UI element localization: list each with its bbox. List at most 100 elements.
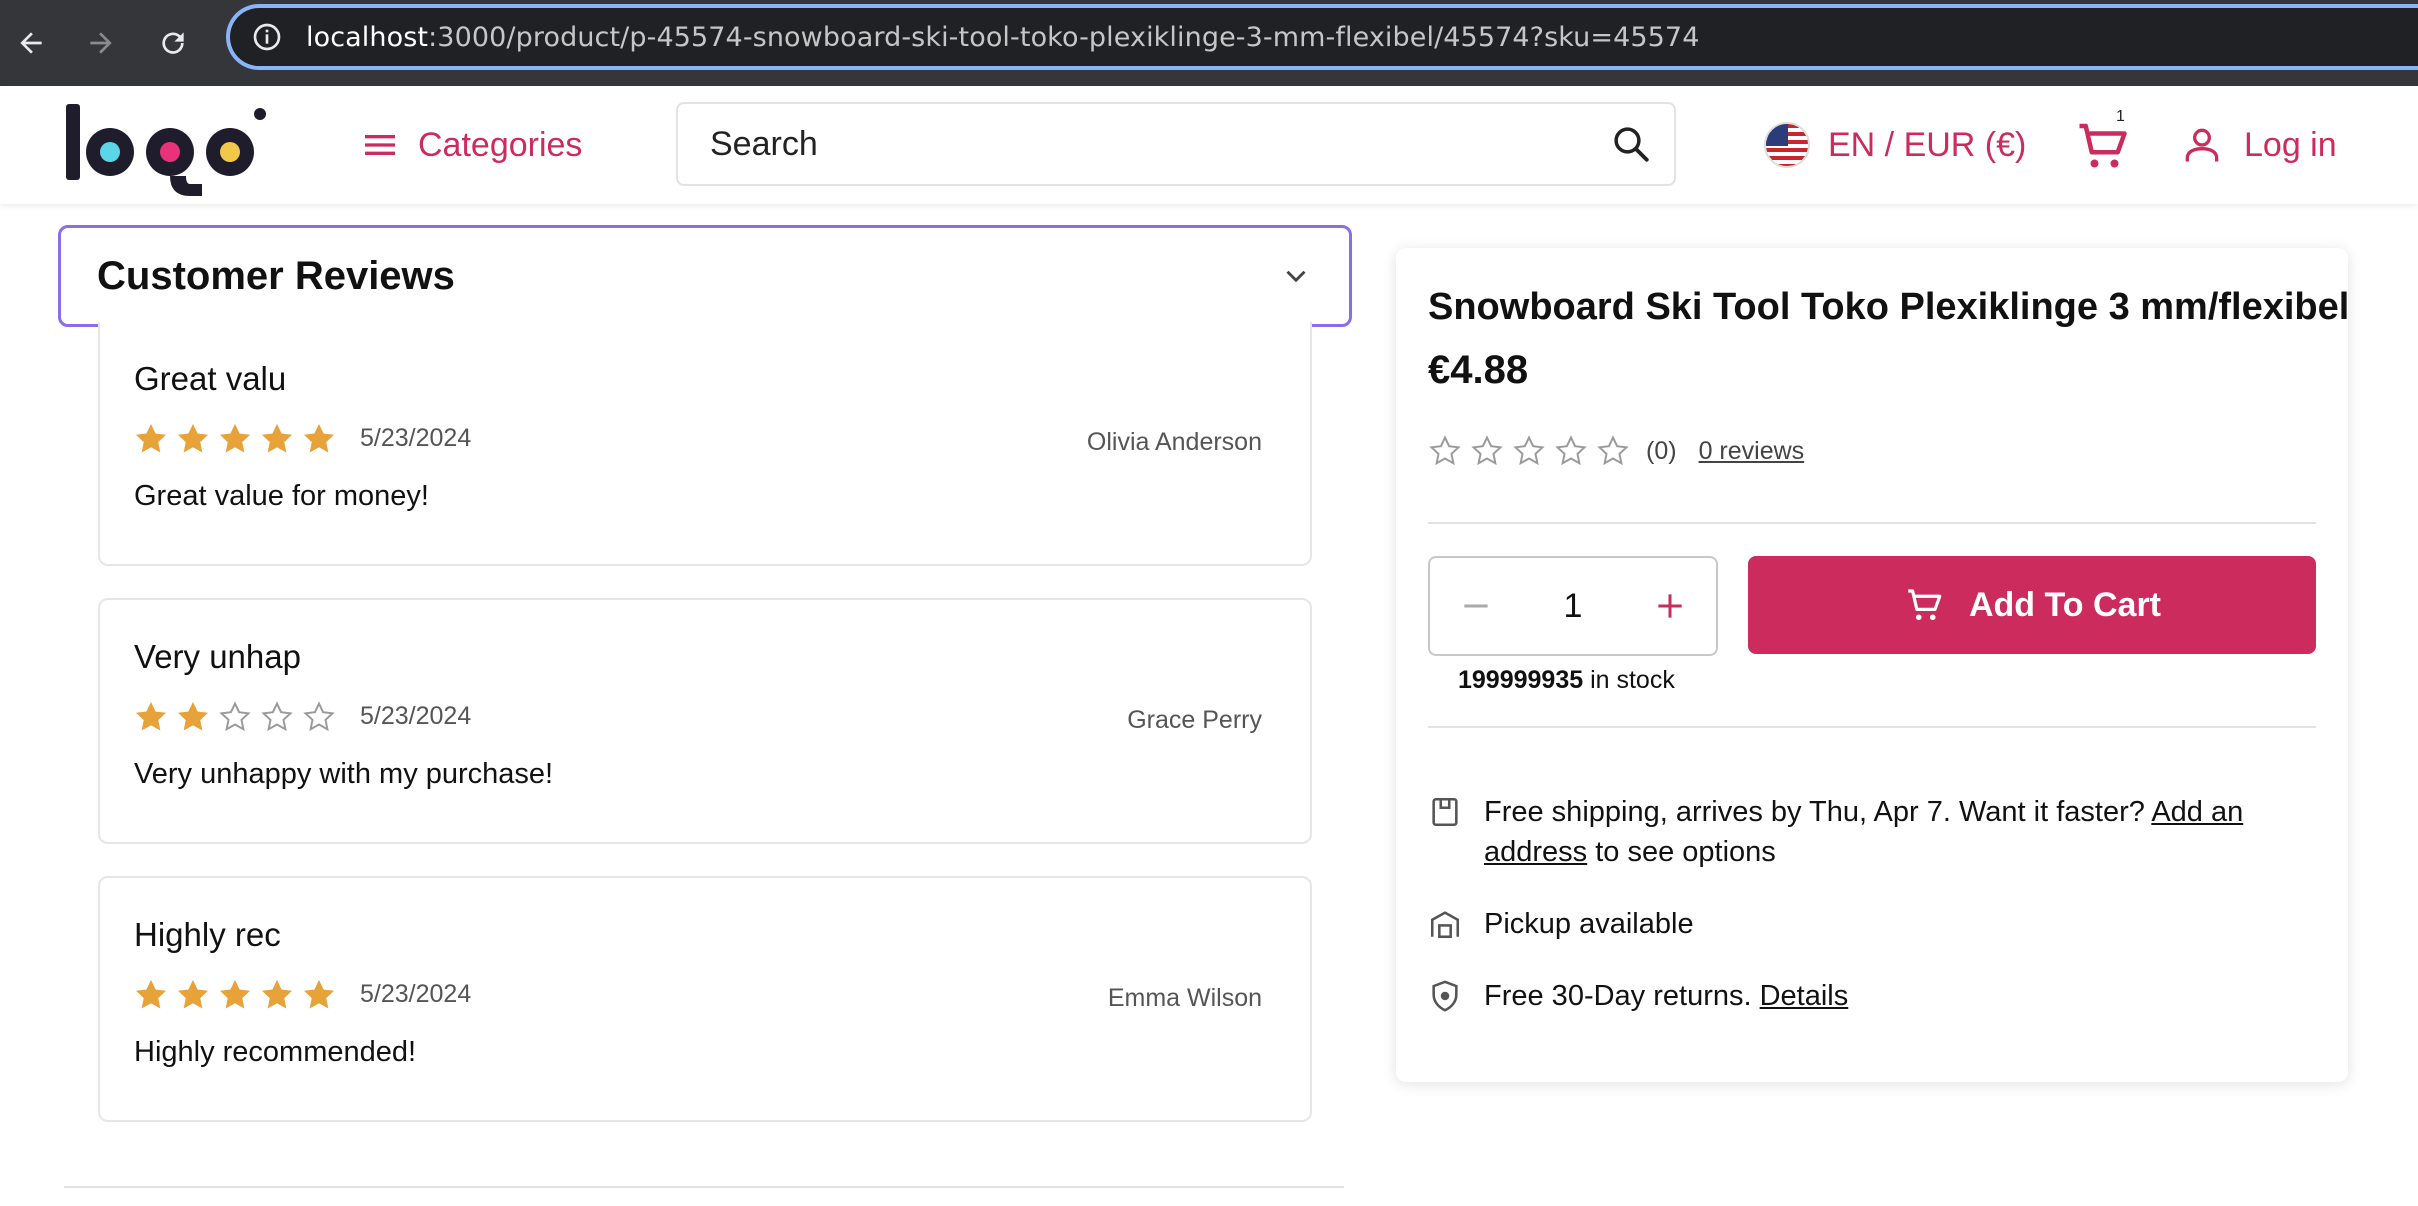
site-info-icon[interactable]	[250, 20, 284, 54]
shipping-text: Free shipping, arrives by Thu, Apr 7. Wa…	[1484, 796, 2152, 828]
product-price: €4.88	[1428, 348, 1529, 392]
address-bar[interactable]: localhost:3000/product/p-45574-snowboard…	[226, 4, 2418, 70]
review-stars	[134, 700, 336, 734]
review-author: Olivia Anderson	[1086, 428, 1262, 456]
product-stars	[1428, 434, 1630, 468]
review-author: Grace Perry	[1127, 706, 1262, 734]
minus-icon	[1464, 604, 1488, 608]
save-box-icon	[1432, 797, 1458, 827]
review-title: Great valu	[134, 360, 287, 397]
star-filled-icon	[177, 423, 209, 453]
locale-label: EN / EUR (€)	[1828, 125, 2027, 164]
review-stars	[134, 422, 336, 456]
review-title: Very unhap	[134, 638, 301, 675]
star-filled-icon	[303, 979, 335, 1009]
forward-button[interactable]	[72, 14, 130, 72]
review-body: Highly recommended!	[134, 1036, 417, 1068]
categories-label: Categories	[418, 125, 583, 164]
returns-info: Free 30-Day returns. Details	[1428, 976, 1848, 1016]
stock-status: 199999935 in stock	[1458, 666, 1675, 695]
reload-icon	[162, 32, 184, 54]
shipping-info: Free shipping, arrives by Thu, Apr 7. Wa…	[1428, 792, 2314, 872]
review-card: Very unhap 5/23/2024 Grace Perry Very un…	[98, 598, 1312, 844]
browser-toolbar: localhost:3000/product/p-45574-snowboard…	[0, 0, 2418, 86]
review-date: 5/23/2024	[360, 424, 472, 452]
quantity-stepper: 1	[1428, 556, 1718, 656]
url-text: localhost:3000/product/p-45574-snowboard…	[306, 22, 1699, 53]
pickup-text: Pickup available	[1484, 908, 1694, 940]
star-filled-icon	[219, 423, 251, 453]
shield-icon	[1432, 980, 1458, 1012]
product-title: Snowboard Ski Tool Toko Plexiklinge 3 mm…	[1428, 286, 2350, 328]
site-header: Categories EN / EUR (€) 1 Log in	[0, 86, 2418, 204]
divider	[1428, 726, 2316, 728]
star-filled-icon	[135, 423, 167, 453]
pickup-info: Pickup available	[1428, 904, 1694, 944]
star-filled-icon	[135, 701, 167, 731]
review-stars	[134, 978, 336, 1012]
star-filled-icon	[135, 979, 167, 1009]
url-host: localhost	[306, 21, 429, 53]
login-button[interactable]: Log in	[2180, 120, 2337, 170]
search-input[interactable]	[710, 124, 1610, 164]
quantity-value[interactable]: 1	[1564, 587, 1583, 626]
stock-number: 199999935	[1458, 666, 1584, 694]
review-date: 5/23/2024	[360, 702, 472, 730]
cart-count-badge: 1	[2116, 108, 2125, 125]
store-icon	[1430, 911, 1460, 939]
add-to-cart-label: Add To Cart	[1968, 585, 2161, 624]
arrow-right-icon	[90, 32, 112, 54]
divider	[1428, 522, 2316, 524]
us-flag-icon	[1764, 122, 1810, 168]
review-card: Highly rec 5/23/2024 Emma Wilson Highly …	[98, 876, 1312, 1122]
star-filled-icon	[261, 423, 293, 453]
reviews-title: Customer Reviews	[97, 253, 455, 298]
star-filled-icon	[177, 979, 209, 1009]
menu-icon	[365, 135, 395, 155]
star-filled-icon	[177, 701, 209, 731]
section-divider	[64, 1186, 1344, 1188]
decrease-quantity-button[interactable]	[1452, 582, 1500, 630]
locale-selector[interactable]: EN / EUR (€)	[1764, 120, 2026, 170]
star-empty-icon	[303, 701, 335, 732]
star-filled-icon	[303, 423, 335, 453]
review-card: Great valu 5/23/2024 Olivia Anderson Gre…	[98, 322, 1312, 566]
shipping-suffix: to see options	[1587, 836, 1776, 868]
back-button[interactable]	[2, 14, 60, 72]
reviews-link[interactable]: 0 reviews	[1699, 437, 1805, 466]
categories-button[interactable]: Categories	[360, 120, 582, 170]
customer-reviews-toggle[interactable]: Customer Reviews	[58, 225, 1352, 327]
star-empty-icon	[261, 701, 293, 732]
user-icon	[2185, 128, 2219, 162]
rating-count: (0)	[1646, 436, 1677, 465]
plus-icon	[1658, 594, 1682, 618]
returns-details-link[interactable]: Details	[1760, 980, 1849, 1012]
logo[interactable]	[62, 100, 272, 200]
add-to-cart-button[interactable]: Add To Cart	[1748, 556, 2316, 654]
review-body: Very unhappy with my purchase!	[134, 758, 554, 790]
product-rating: (0) 0 reviews	[1428, 434, 1804, 468]
review-date: 5/23/2024	[360, 980, 472, 1008]
review-title: Highly rec	[134, 916, 281, 953]
returns-text: Free 30-Day returns.	[1484, 980, 1760, 1012]
search-box	[676, 102, 1676, 186]
product-card: Snowboard Ski Tool Toko Plexiklinge 3 mm…	[1396, 248, 2350, 1082]
star-empty-icon	[1513, 435, 1545, 466]
search-icon[interactable]	[1610, 123, 1652, 165]
star-empty-icon	[1555, 435, 1587, 466]
review-author: Emma Wilson	[1107, 984, 1262, 1012]
review-body: Great value for money!	[134, 480, 429, 512]
cart-icon	[1908, 589, 1942, 621]
reload-button[interactable]	[144, 14, 202, 72]
stock-suffix: in stock	[1583, 666, 1675, 694]
star-empty-icon	[1597, 435, 1629, 466]
star-filled-icon	[261, 979, 293, 1009]
star-empty-icon	[1471, 435, 1503, 466]
arrow-left-icon	[20, 32, 42, 54]
chevron-down-icon	[1286, 270, 1306, 283]
star-empty-icon	[1429, 435, 1461, 466]
star-filled-icon	[219, 979, 251, 1009]
url-path: :3000/product/p-45574-snowboard-ski-tool…	[428, 21, 1700, 53]
star-empty-icon	[219, 701, 251, 732]
increase-quantity-button[interactable]	[1646, 582, 1694, 630]
